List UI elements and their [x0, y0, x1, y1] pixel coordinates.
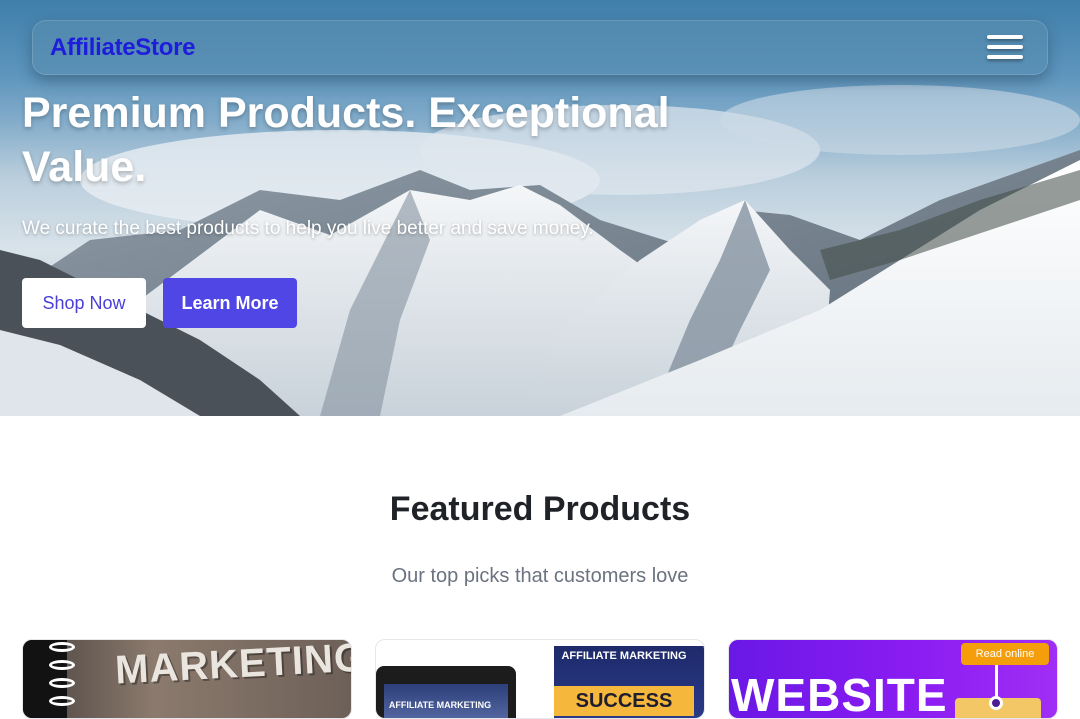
book-title-text: AFFILIATE MARKETING [561, 650, 687, 662]
tablet-cover-text: AFFILIATE MARKETING [388, 700, 492, 710]
product-cover-text: WEBSITE [731, 669, 948, 719]
product-card-website[interactable]: WEBSITE Read online [728, 639, 1058, 719]
product-cover-text: MARKETING [113, 639, 352, 693]
hero-subtitle: We curate the best products to help you … [22, 218, 594, 239]
shop-now-button[interactable]: Shop Now [22, 278, 146, 328]
read-online-badge[interactable]: Read online [961, 643, 1049, 665]
product-card-affiliate-success[interactable]: AFFILIATE MARKETING AFFILIATE MARKETING … [375, 639, 705, 719]
brand-logo-link[interactable]: AffiliateStore [50, 34, 195, 62]
book-subtitle-text: SUCCESS [554, 686, 694, 716]
learn-more-button[interactable]: Learn More [163, 278, 297, 328]
tablet-image: AFFILIATE MARKETING [376, 666, 516, 718]
featured-products-subtitle: Our top picks that customers love [391, 565, 689, 587]
featured-products-heading: Featured Products [389, 490, 691, 528]
product-card-marketing[interactable]: MARKETING [22, 639, 352, 719]
book-cover-image: AFFILIATE MARKETING SUCCESS [554, 646, 704, 718]
hero-section: AffiliateStore Premium Products. Excepti… [0, 0, 1080, 416]
hero-title: Premium Products. Exceptional Value. [22, 89, 670, 191]
spiral-binding-icon [23, 640, 75, 718]
top-navbar: AffiliateStore [32, 20, 1048, 75]
hamburger-menu-icon[interactable] [987, 35, 1023, 63]
